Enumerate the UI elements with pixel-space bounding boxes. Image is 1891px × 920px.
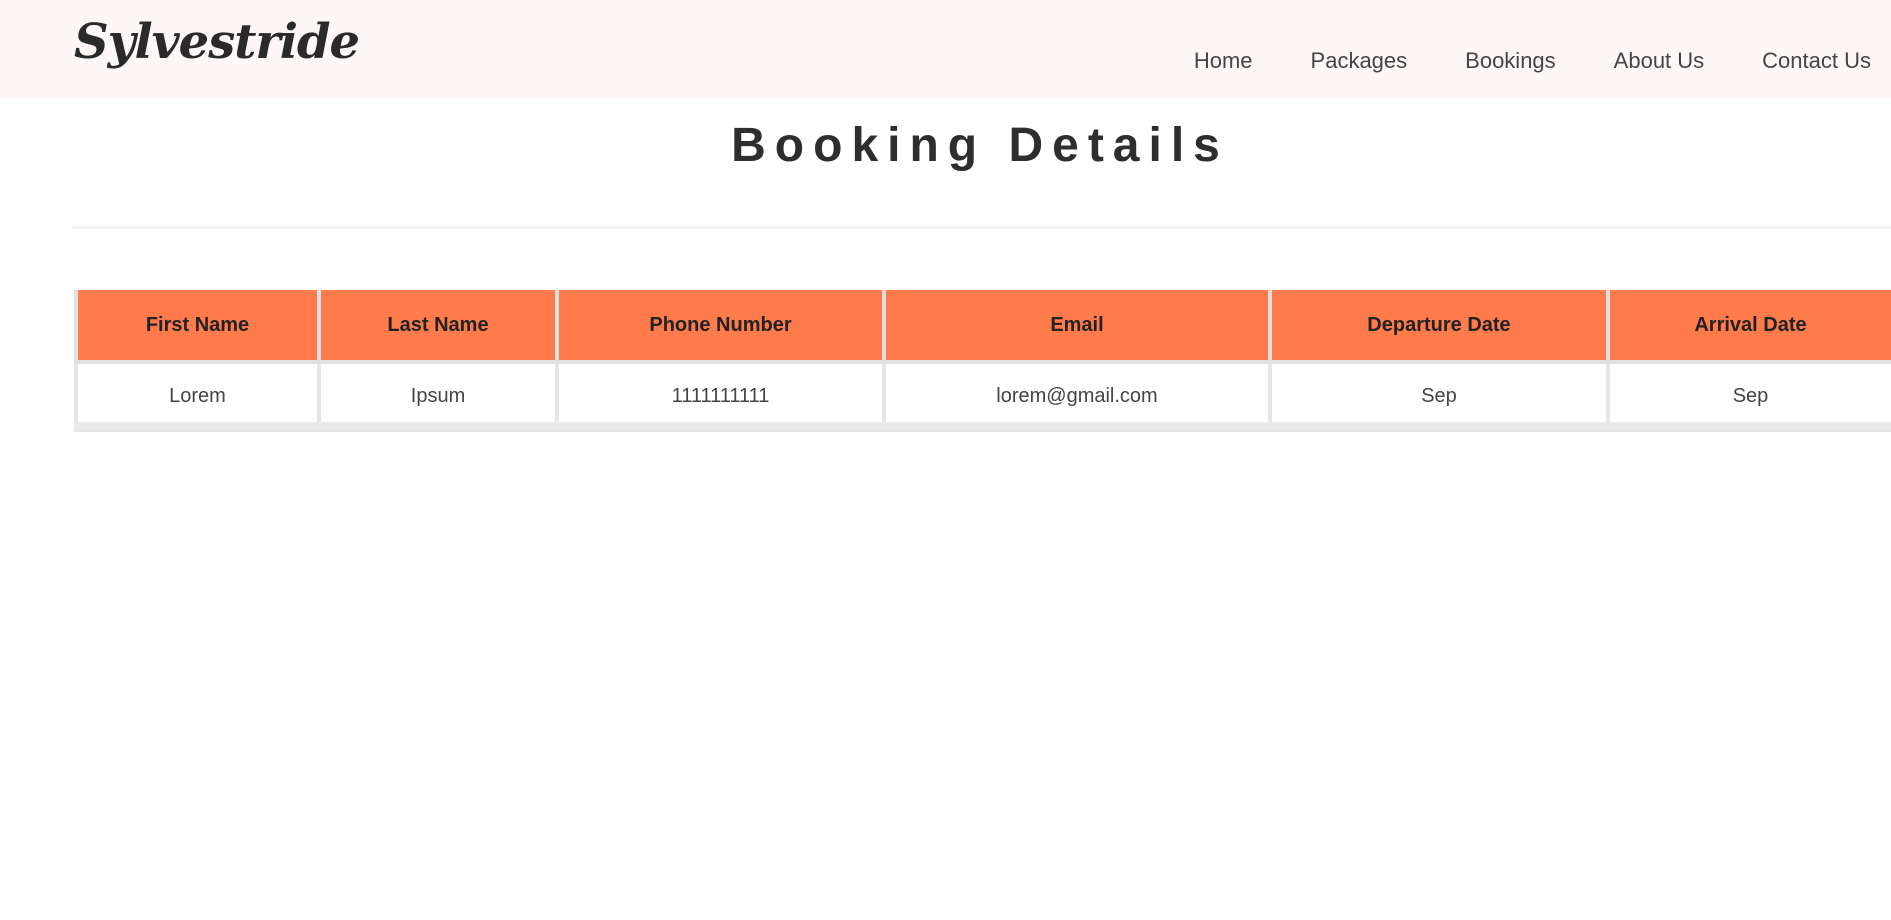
nav-link-contact-us[interactable]: Contact Us [1762, 48, 1871, 74]
nav-link-packages[interactable]: Packages [1311, 48, 1408, 74]
column-header-first-name: First Name [74, 290, 321, 364]
column-header-arrival-date: Arrival Date [1606, 290, 1891, 364]
booking-table: First Name Last Name Phone Number Email … [74, 290, 1891, 432]
nav-link-home[interactable]: Home [1194, 48, 1253, 74]
nav-link-about-us[interactable]: About Us [1614, 48, 1705, 74]
column-header-email: Email [882, 290, 1272, 364]
top-navbar: Sylvestride Home Packages Bookings About… [0, 0, 1891, 98]
main-nav: Home Packages Bookings About Us Contact … [1136, 48, 1871, 74]
column-header-phone-number: Phone Number [555, 290, 886, 364]
page: Sylvestride Home Packages Bookings About… [0, 0, 1891, 920]
booking-table-wrapper: First Name Last Name Phone Number Email … [74, 290, 1891, 432]
column-header-last-name: Last Name [317, 290, 559, 364]
cell-last-name: Ipsum [317, 360, 559, 432]
page-title: Booking Details [731, 119, 1229, 172]
cell-first-name: Lorem [74, 360, 321, 432]
cell-arrival-date: Sep [1606, 360, 1891, 432]
column-header-departure-date: Departure Date [1268, 290, 1610, 364]
table-row: Lorem Ipsum 1111111111 lorem@gmail.com S… [74, 360, 1891, 432]
cell-phone-number: 1111111111 [555, 360, 886, 432]
table-bottom-border [74, 422, 1891, 430]
divider [72, 226, 1891, 229]
site-logo[interactable]: Sylvestride [74, 14, 360, 70]
cell-email: lorem@gmail.com [882, 360, 1272, 432]
nav-link-bookings[interactable]: Bookings [1465, 48, 1556, 74]
table-header-row: First Name Last Name Phone Number Email … [74, 290, 1891, 364]
cell-departure-date: Sep [1268, 360, 1610, 432]
